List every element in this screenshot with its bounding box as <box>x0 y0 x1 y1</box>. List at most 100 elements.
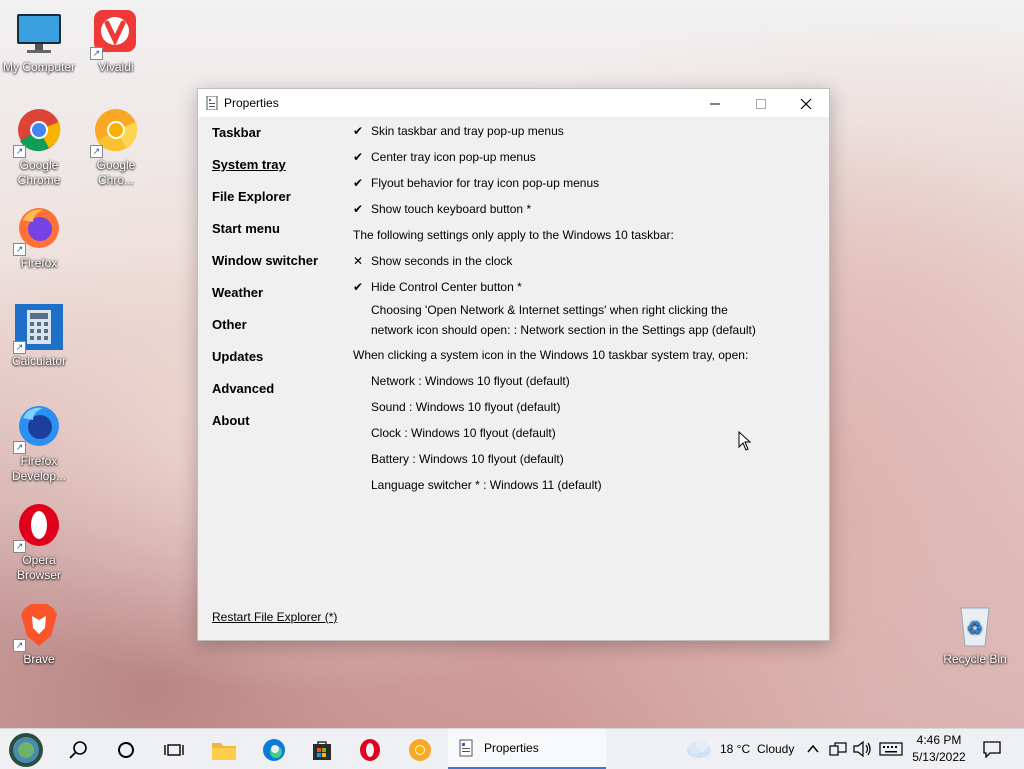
checkmark-icon: ✔ <box>353 280 364 294</box>
nav-item-updates[interactable]: Updates <box>212 349 318 381</box>
desktop-icon-google-chrome[interactable]: ↗ Google Chrome <box>1 108 77 188</box>
setting-label: Show seconds in the clock <box>371 254 513 268</box>
nav-item-system-tray[interactable]: System tray <box>212 157 318 189</box>
task-view-button[interactable] <box>152 729 196 769</box>
nav-item-about[interactable]: About <box>212 413 318 445</box>
opera-icon: ↗ <box>13 503 63 553</box>
nav-item-advanced[interactable]: Advanced <box>212 381 318 413</box>
notification-icon[interactable] <box>982 740 1002 758</box>
start-button[interactable] <box>4 729 48 769</box>
search-icon <box>69 741 87 759</box>
option-label: Language switcher * : Windows 11 (defaul… <box>371 478 602 492</box>
recycle-bin-icon: ♻ <box>951 602 999 650</box>
network-icon[interactable] <box>829 741 847 757</box>
section-note-text: The following settings only apply to the… <box>353 228 674 242</box>
volume-icon[interactable] <box>853 741 873 757</box>
shortcut-arrow-icon: ↗ <box>90 47 103 60</box>
maximize-button[interactable] <box>738 89 784 117</box>
cross-icon: ✕ <box>353 254 364 268</box>
nav-item-weather[interactable]: Weather <box>212 285 318 317</box>
checkmark-icon: ✔ <box>353 176 364 190</box>
cortana-button[interactable] <box>104 729 148 769</box>
desktop-icon-calculator[interactable]: ↗ Calculator <box>1 304 77 369</box>
close-button[interactable] <box>783 89 829 117</box>
taskbar-edge[interactable] <box>252 729 296 769</box>
nav-item-other[interactable]: Other <box>212 317 318 349</box>
setting-label: Hide Control Center button * <box>371 280 522 294</box>
desktop-icon-firefox-developer[interactable]: ↗ Firefox Develop... <box>1 404 77 484</box>
taskbar-opera[interactable] <box>348 729 392 769</box>
desktop-icon-label: Vivaldi <box>98 60 134 74</box>
setting-center-tray-menus[interactable]: ✔ Center tray icon pop-up menus <box>353 148 813 174</box>
desktop-icon-label: My Computer <box>2 60 76 74</box>
setting-skin-taskbar[interactable]: ✔ Skin taskbar and tray pop-up menus <box>353 122 813 148</box>
firefox-developer-icon: ↗ <box>13 404 63 454</box>
taskbar: Properties 18 °C Cloudy 4:46 PM 5/13/202… <box>0 728 1024 769</box>
checkmark-icon: ✔ <box>353 124 364 138</box>
desktop-icon-label: Calculator <box>11 354 67 368</box>
setting-label: Center tray icon pop-up menus <box>371 150 536 164</box>
taskbar-chrome-canary[interactable] <box>398 729 442 769</box>
desktop-icon-label: Recycle Bin <box>943 652 1007 666</box>
desktop-icon-vivaldi[interactable]: ↗ Vivaldi <box>78 10 154 75</box>
chrome-canary-icon: ↗ <box>90 108 140 158</box>
desktop-icon-recycle-bin[interactable]: ♻ Recycle Bin <box>937 602 1013 667</box>
taskbar-properties-app[interactable]: Properties <box>448 729 606 769</box>
nav-item-file-explorer[interactable]: File Explorer <box>212 189 318 221</box>
desktop-icon-label: Firefox Develop... <box>11 454 67 483</box>
checkmark-icon: ✔ <box>353 202 364 216</box>
desktop-icon-firefox[interactable]: ↗ Firefox <box>1 206 77 271</box>
setting-touch-keyboard[interactable]: ✔ Show touch keyboard button * <box>353 200 813 226</box>
tray-option-battery[interactable]: Battery : Windows 10 flyout (default) <box>353 450 813 476</box>
clock-time: 4:46 PM <box>916 733 962 747</box>
chrome-icon: ↗ <box>13 108 63 158</box>
desktop-icon-label: Firefox <box>20 256 58 270</box>
desktop-icon-my-computer[interactable]: My Computer <box>1 10 77 75</box>
setting-label: Show touch keyboard button * <box>371 202 532 216</box>
touch-keyboard-icon[interactable] <box>879 742 903 756</box>
taskbar-clock[interactable]: 4:46 PM 5/13/2022 <box>906 732 972 766</box>
tray-option-language-switcher[interactable]: Language switcher * : Windows 11 (defaul… <box>353 476 813 502</box>
desktop-icon-label: Opera Browser <box>16 553 61 582</box>
search-button[interactable] <box>56 729 100 769</box>
section-note: The following settings only apply to the… <box>353 226 813 252</box>
weather-cloud-icon[interactable] <box>683 739 713 759</box>
desktop-icon-label: Google Chrome <box>17 158 61 187</box>
mouse-cursor-icon <box>738 431 752 451</box>
nav-item-taskbar[interactable]: Taskbar <box>212 125 318 157</box>
setting-label-line2: network icon should open: : Network sect… <box>371 323 756 337</box>
chrome-canary-icon <box>409 738 431 761</box>
setting-show-seconds[interactable]: ✕ Show seconds in the clock <box>353 252 813 278</box>
properties-window: Properties Taskbar System tray File Expl… <box>197 88 830 641</box>
option-label: Battery : Windows 10 flyout (default) <box>371 452 564 466</box>
desktop-icon-brave[interactable]: ↗ Brave <box>1 602 77 667</box>
shortcut-arrow-icon: ↗ <box>13 540 26 553</box>
cortana-icon <box>118 741 134 758</box>
desktop-icon-google-chrome-canary[interactable]: ↗ Google Chro... <box>78 108 154 188</box>
vivaldi-icon: ↗ <box>90 10 140 60</box>
store-icon <box>313 741 331 760</box>
tray-option-sound[interactable]: Sound : Windows 10 flyout (default) <box>353 398 813 424</box>
weather-temperature[interactable]: 18 °C <box>720 729 750 769</box>
restart-file-explorer-link[interactable]: Restart File Explorer (*) <box>212 610 337 624</box>
chevron-up-icon[interactable] <box>806 743 820 755</box>
weather-condition[interactable]: Cloudy <box>757 729 794 769</box>
setting-hide-control-center[interactable]: ✔ Hide Control Center button * <box>353 278 813 304</box>
edge-icon <box>263 738 285 761</box>
calculator-icon: ↗ <box>13 304 63 354</box>
folder-icon <box>212 742 236 760</box>
tray-option-network[interactable]: Network : Windows 10 flyout (default) <box>353 372 813 398</box>
setting-network-settings[interactable]: Choosing 'Open Network & Internet settin… <box>353 300 813 340</box>
minimize-button[interactable] <box>692 89 738 117</box>
taskbar-app-label: Properties <box>484 741 539 755</box>
taskbar-file-explorer[interactable] <box>202 729 246 769</box>
setting-flyout-behavior[interactable]: ✔ Flyout behavior for tray icon pop-up m… <box>353 174 813 200</box>
window-titlebar[interactable]: Properties <box>198 89 829 117</box>
nav-item-start-menu[interactable]: Start menu <box>212 221 318 253</box>
shortcut-arrow-icon: ↗ <box>13 243 26 256</box>
shortcut-arrow-icon: ↗ <box>13 639 26 652</box>
checkmark-icon: ✔ <box>353 150 364 164</box>
desktop-icon-opera[interactable]: ↗ Opera Browser <box>1 503 77 583</box>
nav-item-window-switcher[interactable]: Window switcher <box>212 253 318 285</box>
taskbar-store[interactable] <box>300 729 344 769</box>
